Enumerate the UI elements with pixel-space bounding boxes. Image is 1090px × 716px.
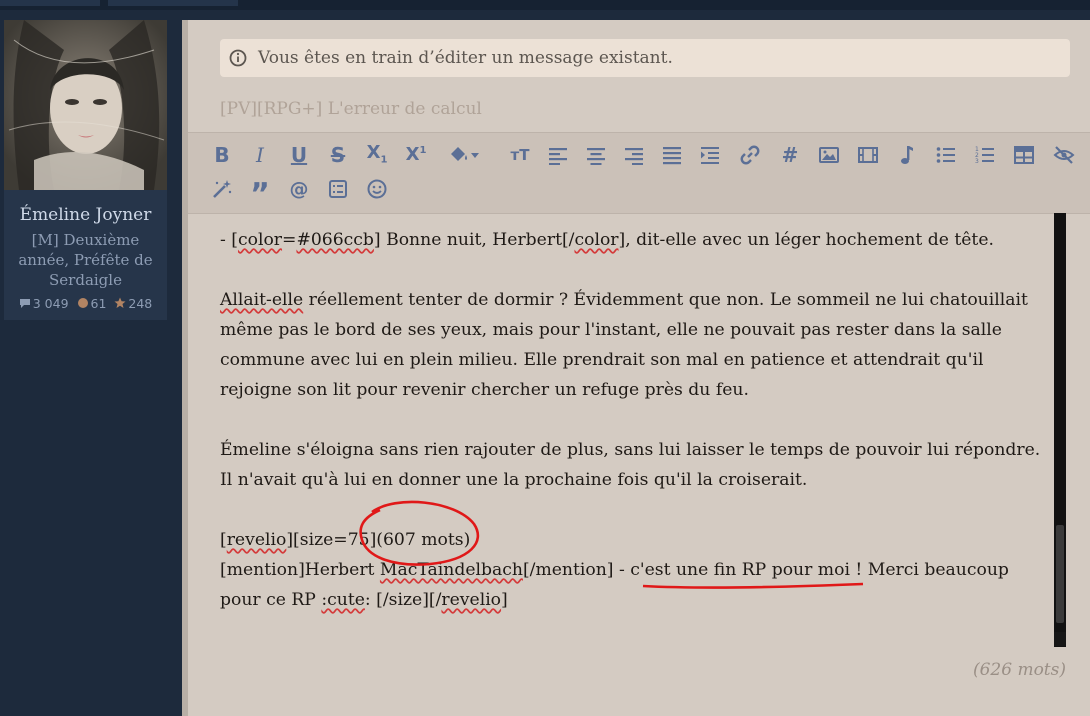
underline-button[interactable]: U (285, 141, 313, 169)
resize-handle[interactable] (1054, 632, 1066, 646)
editor-panel: Vous êtes en train d’éditer un message e… (182, 20, 1090, 716)
music-icon (901, 146, 913, 164)
hashtag-button[interactable]: # (776, 141, 804, 169)
justify-button[interactable] (658, 141, 686, 169)
info-icon (229, 49, 247, 67)
top-bar-tab[interactable] (108, 0, 238, 6)
content-paragraph: Allait-elle réellement tenter de dormir … (220, 290, 1034, 400)
stars-count: 248 (128, 296, 153, 311)
align-right-icon (625, 148, 643, 165)
content-paragraph: Émeline s'éloigna sans rien rajouter de … (220, 440, 1046, 490)
magic-wand-button[interactable] (208, 175, 236, 203)
quote-icon: ” (250, 176, 270, 212)
image-button[interactable] (815, 141, 843, 169)
bulleted-list-icon (936, 147, 955, 163)
fill-color-button[interactable] (444, 141, 484, 169)
coins-count: 61 (90, 296, 107, 311)
link-button[interactable] (736, 141, 764, 169)
coin-icon (77, 298, 88, 308)
user-stats: 3 049 61 248 (4, 296, 167, 311)
superscript-button[interactable]: X1 (402, 141, 430, 169)
scrollbar[interactable] (1054, 213, 1066, 647)
font-size-button[interactable]: ᴛT (506, 141, 534, 169)
align-left-button[interactable] (544, 141, 572, 169)
italic-button[interactable]: I (246, 141, 274, 169)
top-bar-tab[interactable] (0, 0, 100, 6)
numbered-list-button[interactable]: 123 (971, 141, 999, 169)
content-paragraph: [revelio][size=75](607 mots) [mention]Her… (220, 530, 1015, 610)
svg-text:3: 3 (975, 158, 979, 165)
hashtag-icon: # (781, 143, 799, 167)
messages-stat: 3 049 (19, 296, 73, 311)
align-center-icon (587, 148, 605, 165)
superscript-icon: X1 (405, 144, 427, 165)
word-count: (626 mots) (972, 660, 1066, 680)
smiley-icon (367, 179, 387, 199)
hide-icon (1053, 146, 1075, 164)
spoiler-icon (329, 180, 347, 198)
indent-button[interactable] (696, 141, 724, 169)
subscript-button[interactable]: X1 (363, 141, 391, 169)
bold-button[interactable]: B (208, 141, 236, 169)
align-left-icon (549, 148, 567, 165)
music-button[interactable] (893, 141, 921, 169)
mention-button[interactable]: @ (285, 175, 313, 203)
toolbar: B I U S X1 X1 ᴛT # 1 2 3 ” @ (188, 132, 1090, 214)
link-icon (740, 145, 760, 165)
video-icon (858, 147, 878, 163)
quote-button[interactable]: ” (246, 175, 274, 212)
smiley-button[interactable] (363, 175, 391, 203)
align-right-button[interactable] (620, 141, 648, 169)
italic-icon: I (256, 143, 264, 167)
bold-icon: B (214, 143, 230, 167)
magic-wand-icon (213, 180, 232, 198)
stars-stat: 248 (114, 296, 152, 311)
top-bar (0, 0, 1090, 10)
image-icon (819, 147, 839, 163)
strikethrough-button[interactable]: S (324, 141, 352, 169)
comment-icon (19, 299, 30, 308)
message-textarea[interactable]: - [color=#066ccb] Bonne nuit, Herbert[/c… (220, 225, 1050, 645)
title-input[interactable] (220, 98, 1070, 120)
avatar[interactable] (4, 20, 167, 190)
hide-button[interactable] (1050, 141, 1078, 169)
scrollbar-thumb[interactable] (1056, 525, 1064, 623)
spoiler-button[interactable] (324, 175, 352, 203)
fill-color-icon (451, 147, 479, 161)
table-icon (1014, 146, 1034, 164)
underline-icon: U (290, 143, 308, 167)
indent-icon (701, 147, 719, 164)
align-center-button[interactable] (582, 141, 610, 169)
profile-card: Émeline Joyner [M] Deuxième année, Préfê… (4, 20, 167, 320)
content-paragraph: - [color=#066ccb] Bonne nuit, Herbert[/c… (220, 230, 994, 250)
coins-stat: 61 (77, 296, 111, 311)
mention-icon: @ (289, 177, 309, 200)
username[interactable]: Émeline Joyner (4, 205, 167, 225)
strikethrough-icon: S (330, 143, 346, 167)
video-button[interactable] (854, 141, 882, 169)
messages-count: 3 049 (32, 296, 69, 311)
subscript-icon: X1 (366, 142, 388, 166)
edit-notice-text: Vous êtes en train d’éditer un message e… (258, 48, 673, 68)
bulleted-list-button[interactable] (932, 141, 960, 169)
numbered-list-icon: 123 (975, 146, 994, 165)
star-icon (114, 297, 126, 308)
edit-notice: Vous êtes en train d’éditer un message e… (220, 39, 1070, 77)
justify-icon (663, 147, 681, 165)
font-size-icon: ᴛT (510, 145, 530, 164)
user-rank: [M] Deuxième année, Préfête de Serdaigle (18, 231, 153, 289)
table-button[interactable] (1010, 141, 1038, 169)
